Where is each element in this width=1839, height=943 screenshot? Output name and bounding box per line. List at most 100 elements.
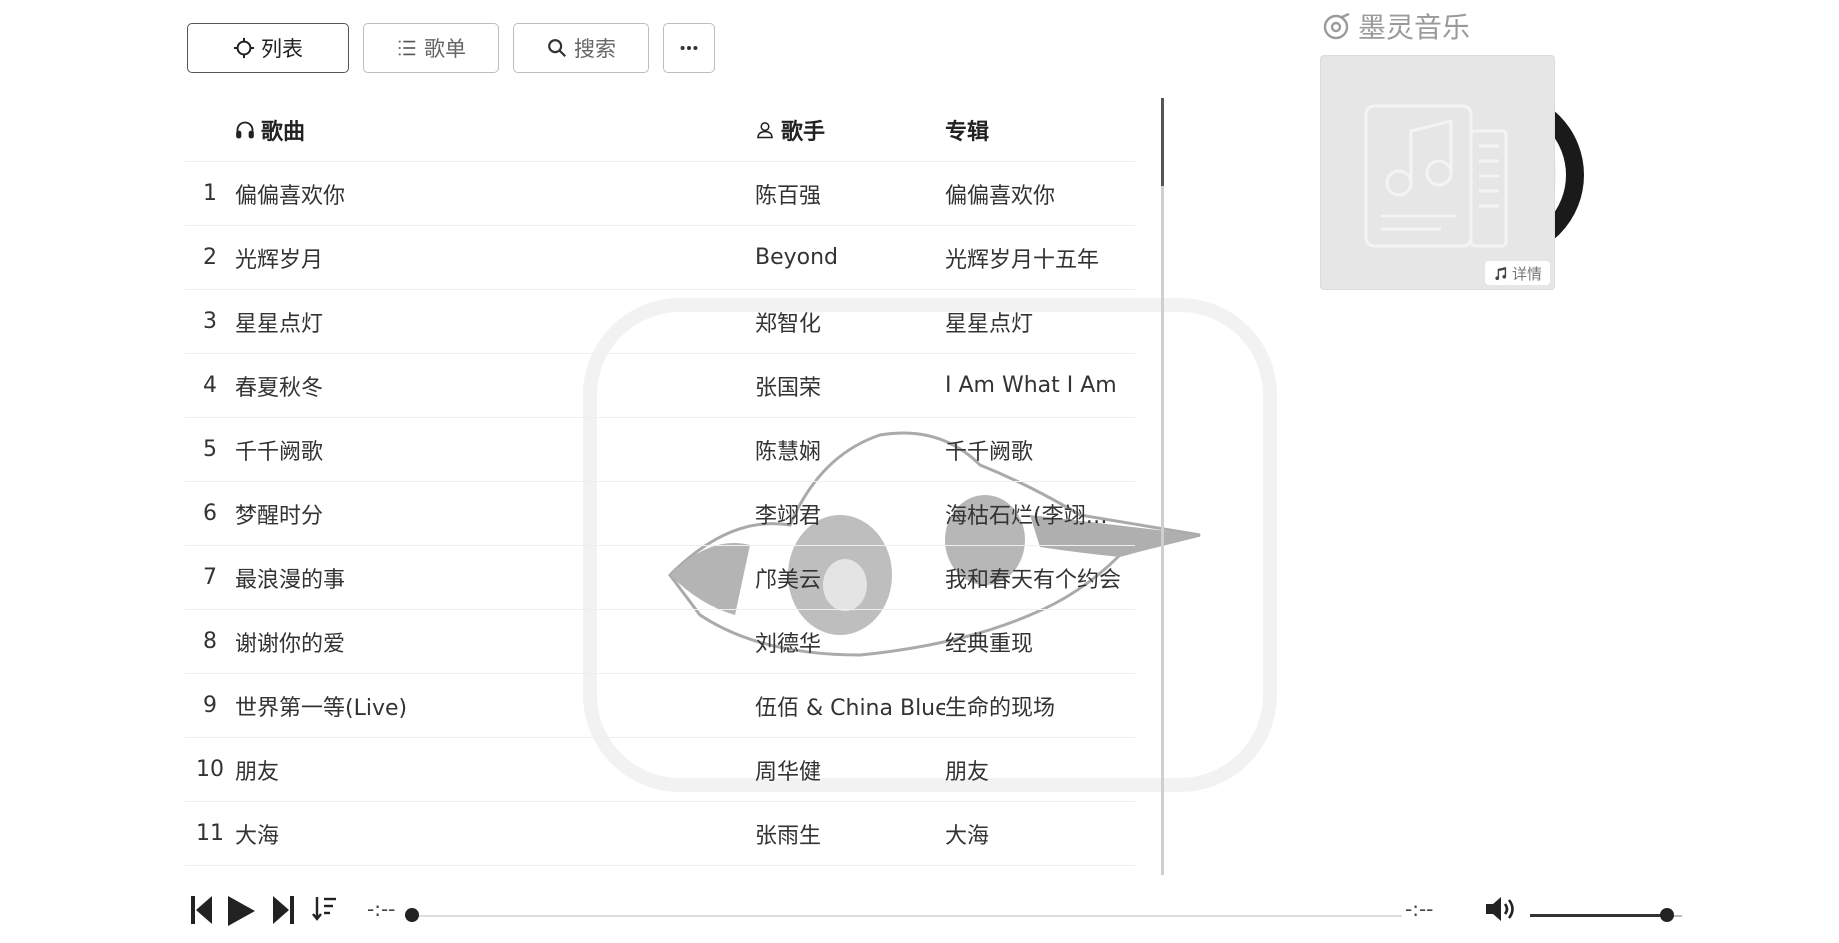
- next-button[interactable]: [271, 893, 295, 927]
- total-time: -:--: [1405, 897, 1434, 921]
- row-number: 9: [203, 693, 217, 718]
- more-button[interactable]: [663, 23, 715, 73]
- brand-logo: 墨灵音乐: [1322, 6, 1470, 46]
- row-title: 偏偏喜欢你: [235, 183, 346, 209]
- row-album: 朋友: [945, 759, 990, 785]
- volume-handle[interactable]: [1660, 908, 1674, 922]
- list-button[interactable]: 列表: [187, 23, 349, 73]
- row-album: 大海: [945, 823, 990, 849]
- header-title: 歌曲: [235, 114, 755, 146]
- row-title: 梦醒时分: [235, 503, 324, 529]
- row-artist[interactable]: 周华健: [755, 754, 945, 786]
- row-number: 10: [196, 757, 224, 782]
- row-artist[interactable]: 刘德华: [755, 626, 945, 658]
- toolbar: 列表 歌单 搜索: [187, 23, 715, 73]
- row-number: 6: [203, 501, 217, 526]
- row-album: I Am What I Am: [945, 373, 1117, 398]
- row-album: 光辉岁月十五年: [945, 247, 1100, 273]
- row-title: 春夏秋冬: [235, 375, 324, 401]
- table-row[interactable]: 10 朋友 周华健 朋友: [185, 738, 1135, 802]
- row-number: 4: [203, 373, 217, 398]
- row-title: 光辉岁月: [235, 247, 324, 273]
- playlist-button[interactable]: 歌单: [363, 23, 499, 73]
- row-album: 千千阙歌: [945, 439, 1034, 465]
- row-artist[interactable]: 张雨生: [755, 818, 945, 850]
- list-icon: [398, 40, 416, 56]
- row-title: 最浪漫的事: [235, 567, 346, 593]
- row-number: 1: [203, 181, 217, 206]
- search-button[interactable]: 搜索: [513, 23, 649, 73]
- row-number: 2: [203, 245, 217, 270]
- header-title-label: 歌曲: [261, 119, 306, 145]
- row-title: 谢谢你的爱: [235, 631, 346, 657]
- list-button-label: 列表: [261, 37, 303, 61]
- play-order-button[interactable]: [311, 893, 337, 923]
- play-order-icon: [312, 897, 336, 921]
- row-number: 7: [203, 565, 217, 590]
- table-row[interactable]: 5 千千阙歌 陈慧娴 千千阙歌: [185, 418, 1135, 482]
- detail-label: 详情: [1511, 264, 1542, 283]
- row-artist[interactable]: 邝美云: [755, 562, 945, 594]
- header-album: 专辑: [945, 119, 990, 145]
- more-icon: [680, 45, 698, 51]
- row-number: 5: [203, 437, 217, 462]
- volume-fill: [1530, 914, 1665, 917]
- table-row[interactable]: 6 梦醒时分 李翊君 海枯石烂(李翊君...: [185, 482, 1135, 546]
- row-album: 海枯石烂(李翊君...: [945, 503, 1125, 529]
- table-row[interactable]: 7 最浪漫的事 邝美云 我和春天有个约会: [185, 546, 1135, 610]
- row-title: 世界第一等(Live): [235, 695, 408, 721]
- brand-name: 墨灵音乐: [1358, 11, 1471, 44]
- user-icon: [757, 121, 773, 138]
- header-artist-label: 歌手: [781, 119, 826, 145]
- row-title: 朋友: [235, 759, 280, 785]
- progress-handle[interactable]: [405, 908, 419, 922]
- row-artist[interactable]: 郑智化: [755, 306, 945, 338]
- row-artist[interactable]: 李翊君: [755, 498, 945, 530]
- row-artist[interactable]: 陈慧娴: [755, 434, 945, 466]
- player-bar: -:-- -:--: [187, 893, 1687, 943]
- table-row[interactable]: 3 星星点灯 郑智化 星星点灯: [185, 290, 1135, 354]
- row-title: 大海: [235, 823, 280, 849]
- table-row[interactable]: 8 谢谢你的爱 刘德华 经典重现: [185, 610, 1135, 674]
- search-button-label: 搜索: [574, 37, 616, 61]
- current-time: -:--: [367, 897, 396, 921]
- row-number: 11: [196, 821, 224, 846]
- table-row[interactable]: 2 光辉岁月 Beyond 光辉岁月十五年: [185, 226, 1135, 290]
- detail-button[interactable]: 详情: [1484, 261, 1550, 285]
- progress-bar[interactable]: [412, 915, 1402, 917]
- table-row[interactable]: 9 世界第一等(Live) 伍佰 & China Blue 生命的现场: [185, 674, 1135, 738]
- row-album: 我和春天有个约会: [945, 567, 1122, 593]
- row-artist[interactable]: 张国荣: [755, 370, 945, 402]
- row-artist[interactable]: 伍佰 & China Blue: [755, 690, 945, 722]
- volume-button[interactable]: [1484, 893, 1518, 925]
- row-title: 千千阙歌: [235, 439, 324, 465]
- list-scrollbar-thumb[interactable]: [1161, 98, 1164, 186]
- list-scrollbar-track[interactable]: [1161, 98, 1164, 875]
- row-album: 生命的现场: [945, 695, 1056, 721]
- row-artist[interactable]: Beyond: [755, 245, 945, 270]
- prev-button[interactable]: [190, 893, 214, 927]
- list-header: 歌曲 歌手 专辑: [185, 98, 1135, 162]
- row-number: 8: [203, 629, 217, 654]
- row-number: 3: [203, 309, 217, 334]
- play-icon: [228, 896, 255, 926]
- skip-back-icon: [191, 896, 212, 924]
- search-icon: [548, 39, 567, 58]
- play-button[interactable]: [225, 893, 257, 929]
- row-title: 星星点灯: [235, 311, 324, 337]
- table-row[interactable]: 4 春夏秋冬 张国荣 I Am What I Am: [185, 354, 1135, 418]
- skip-forward-icon: [273, 896, 294, 924]
- row-album: 经典重现: [945, 631, 1034, 657]
- table-row[interactable]: 1 偏偏喜欢你 陈百强 偏偏喜欢你: [185, 162, 1135, 226]
- music-file-icon: [1364, 104, 1508, 248]
- table-row[interactable]: 11 大海 张雨生 大海: [185, 802, 1135, 866]
- header-artist: 歌手: [755, 114, 945, 146]
- headphones-icon: [236, 121, 254, 138]
- music-note-icon: [1495, 266, 1507, 280]
- volume-icon: [1486, 897, 1514, 921]
- album-cover[interactable]: 详情: [1320, 55, 1555, 290]
- row-album: 星星点灯: [945, 311, 1034, 337]
- row-artist[interactable]: 陈百强: [755, 178, 945, 210]
- row-album: 偏偏喜欢你: [945, 183, 1056, 209]
- brand-icon: [1323, 12, 1350, 40]
